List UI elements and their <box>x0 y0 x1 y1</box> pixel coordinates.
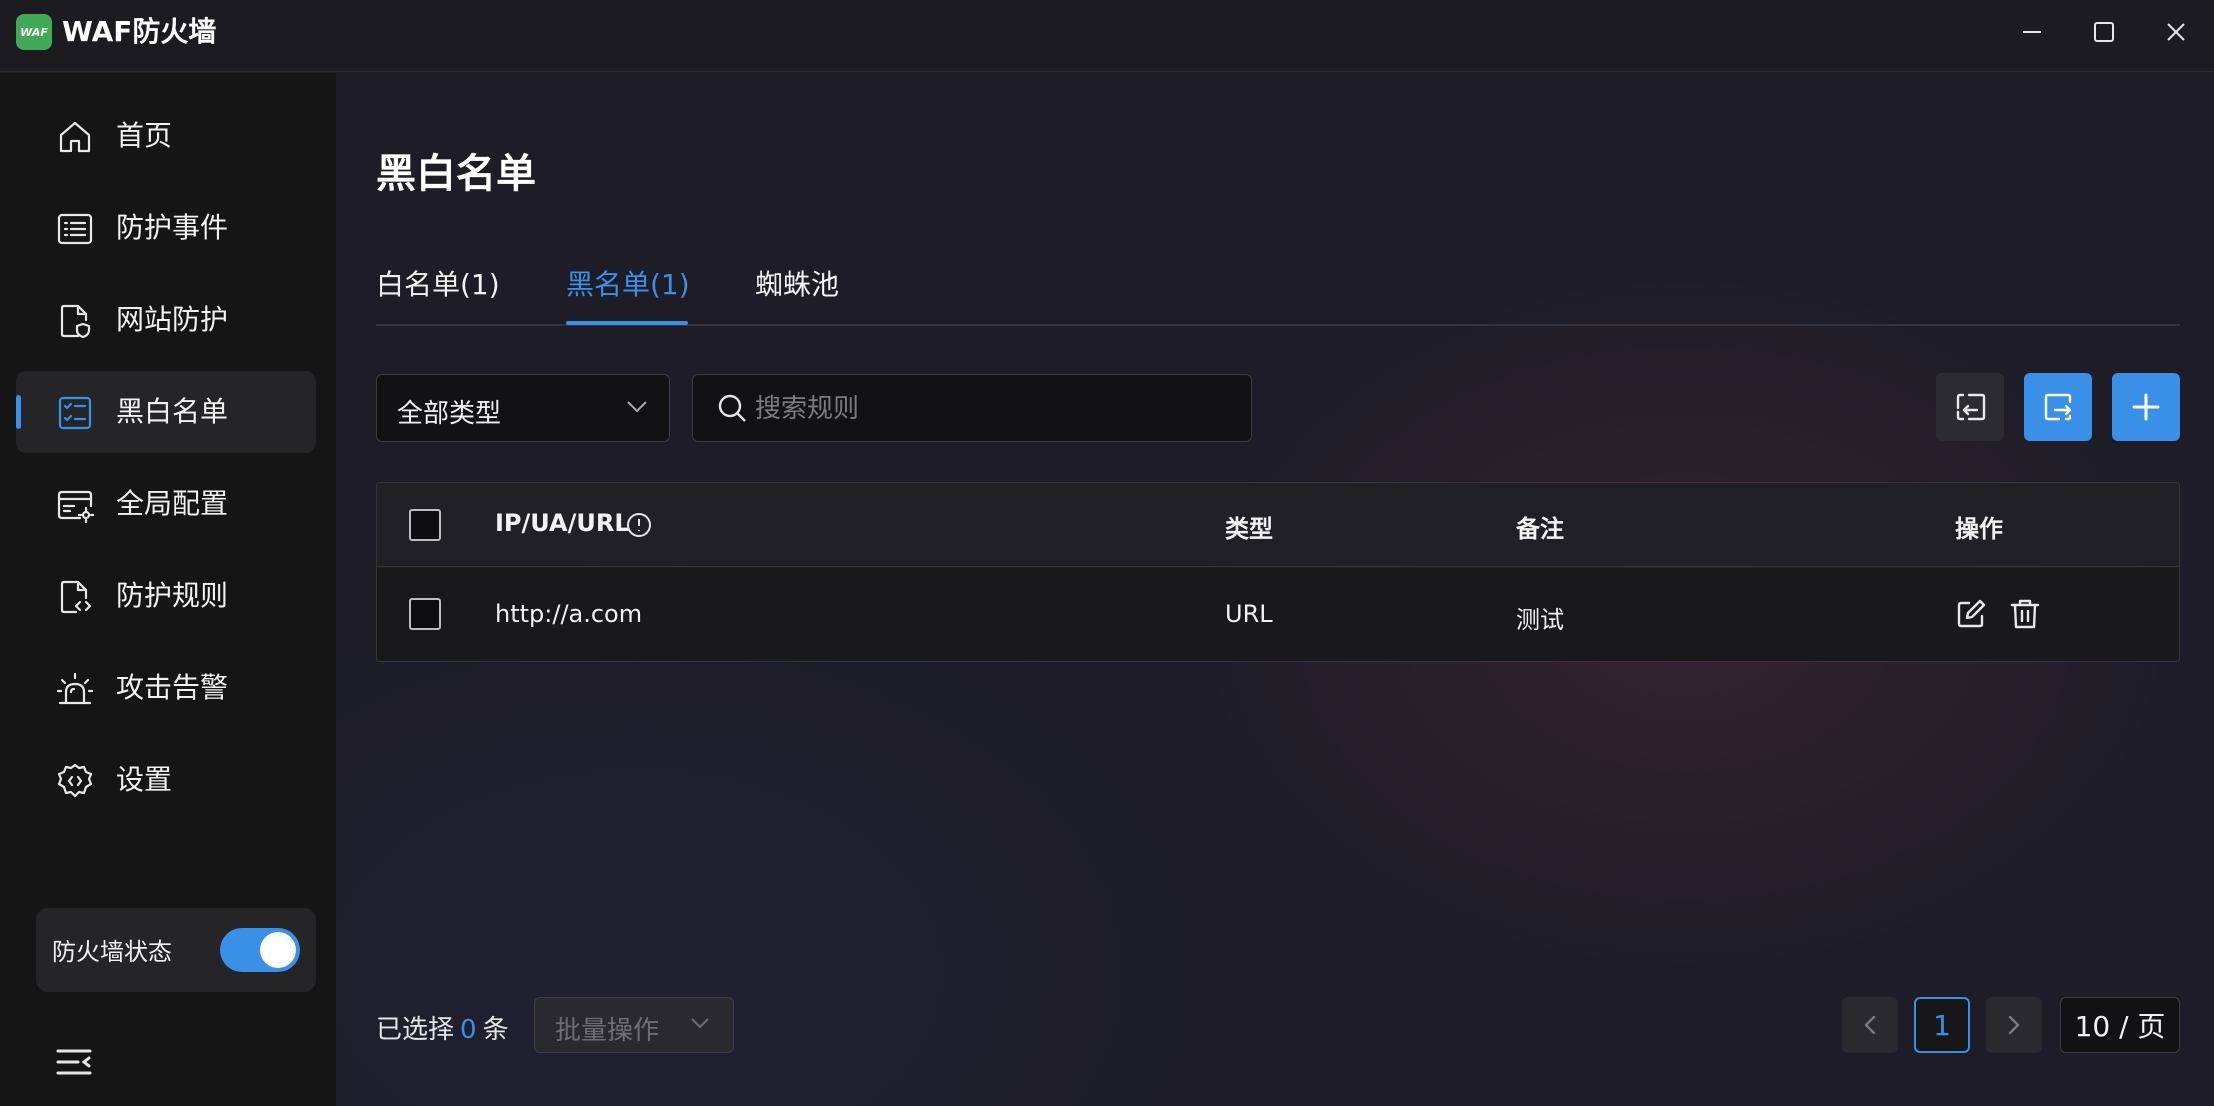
sidebar-item-protection-rules[interactable]: 防护规则 <box>16 555 316 637</box>
maximize-icon <box>2094 22 2114 42</box>
chevron-right-icon <box>2008 1015 2020 1035</box>
chevron-left-icon <box>1864 1015 1876 1035</box>
browser-gear-icon <box>56 486 95 524</box>
sidebar-item-label: 设置 <box>116 763 173 796</box>
search-icon <box>717 393 747 427</box>
collapse-sidebar-button[interactable] <box>56 1046 92 1078</box>
cell-type: URL <box>1225 600 1273 628</box>
title-bar: WAF WAF防火墙 <box>0 0 2214 72</box>
selected-suffix: 条 <box>482 1015 509 1045</box>
chevron-down-icon <box>689 1016 711 1036</box>
sidebar-item-label: 攻击告警 <box>116 671 229 704</box>
column-header-type: 类型 <box>1225 515 1273 543</box>
selected-prefix: 已选择 <box>376 1015 455 1045</box>
active-tab-underline <box>566 321 688 325</box>
sidebar-item-home[interactable]: 首页 <box>16 95 316 177</box>
alarm-icon <box>56 670 94 708</box>
document-shield-icon <box>56 302 94 340</box>
sidebar-item-attack-alerts[interactable]: 攻击告警 <box>16 647 316 729</box>
import-button[interactable] <box>1936 373 2004 441</box>
type-filter-value: 全部类型 <box>397 399 502 429</box>
firewall-status-label: 防火墙状态 <box>52 938 172 966</box>
batch-actions-label: 批量操作 <box>555 1016 660 1046</box>
tab-spider-pool[interactable]: 蜘蛛池 <box>755 263 839 303</box>
home-icon <box>56 118 94 156</box>
page-size-select[interactable]: 10 / 页 <box>2060 997 2180 1053</box>
table-row: http://a.com URL 测试 <box>377 568 2179 661</box>
import-icon <box>1956 393 1986 421</box>
selected-count-text: 已选择 0 条 <box>376 1009 509 1046</box>
edit-button[interactable] <box>1955 598 1987 630</box>
maximize-button[interactable] <box>2084 14 2124 50</box>
search-input[interactable] <box>755 385 1235 431</box>
trash-icon <box>2010 599 2040 629</box>
sidebar-item-events[interactable]: 防护事件 <box>16 187 316 269</box>
page-number-current[interactable]: 1 <box>1914 997 1970 1053</box>
tab-whitelist[interactable]: 白名单(1) <box>376 263 500 303</box>
tab-blacklist[interactable]: 黑名单(1) <box>566 263 690 303</box>
row-checkbox[interactable] <box>409 598 441 630</box>
column-header-target: IP/UA/URL <box>495 509 630 537</box>
sidebar-item-label: 黑白名单 <box>116 395 229 428</box>
firewall-status-toggle[interactable] <box>220 928 300 972</box>
edit-icon <box>1957 599 1986 628</box>
sidebar-item-label: 全局配置 <box>116 487 229 520</box>
export-icon <box>2044 393 2072 421</box>
toggle-knob <box>260 932 296 968</box>
add-rule-button[interactable] <box>2112 373 2180 441</box>
next-page-button[interactable] <box>1986 997 2042 1053</box>
minimize-button[interactable] <box>2012 14 2052 50</box>
close-button[interactable] <box>2156 14 2196 50</box>
sidebar-item-settings[interactable]: 设置 <box>16 739 316 821</box>
selected-count: 0 <box>460 1015 477 1045</box>
prev-page-button[interactable] <box>1842 997 1898 1053</box>
plus-icon <box>2132 393 2160 421</box>
gear-code-icon <box>56 762 94 800</box>
cell-note: 测试 <box>1516 606 1564 634</box>
sidebar-item-label: 防护规则 <box>116 579 229 612</box>
sidebar-item-blacklist-whitelist[interactable]: 黑白名单 <box>16 371 316 453</box>
sidebar-item-label: 首页 <box>116 119 173 152</box>
table-header: IP/UA/URL 类型 备注 操作 <box>377 483 2179 567</box>
app-window: WAF WAF防火墙 首页 防护事件 网站防护 黑白名单 全局配置 防护规则 攻… <box>0 0 2214 1106</box>
app-title: WAF防火墙 <box>62 15 217 48</box>
firewall-status-panel: 防火墙状态 <box>36 908 316 992</box>
cell-target: http://a.com <box>495 600 643 628</box>
page-title: 黑白名单 <box>376 151 536 197</box>
sidebar: 首页 防护事件 网站防护 黑白名单 全局配置 防护规则 攻击告警 设置 防火墙状… <box>0 73 336 1106</box>
minimize-icon <box>2023 31 2041 33</box>
app-logo-text: WAF <box>20 25 48 39</box>
sidebar-item-site-protection[interactable]: 网站防护 <box>16 279 316 361</box>
list-icon <box>56 210 94 248</box>
type-filter-select[interactable]: 全部类型 <box>376 374 670 442</box>
search-box <box>692 374 1252 442</box>
collapse-menu-icon <box>56 1049 92 1075</box>
sidebar-item-label: 防护事件 <box>116 211 229 244</box>
document-code-icon <box>56 578 94 616</box>
column-header-note: 备注 <box>1516 515 1564 543</box>
active-indicator <box>16 395 21 429</box>
export-button[interactable] <box>2024 373 2092 441</box>
rules-table: IP/UA/URL 类型 备注 操作 http://a.com URL 测试 <box>376 482 2180 662</box>
app-logo: WAF <box>16 14 52 50</box>
sidebar-item-global-config[interactable]: 全局配置 <box>16 463 316 545</box>
info-icon[interactable] <box>625 511 653 543</box>
select-all-checkbox[interactable] <box>409 509 441 541</box>
checklist-icon <box>56 394 94 432</box>
close-icon <box>2167 23 2185 41</box>
sidebar-item-label: 网站防护 <box>116 303 229 336</box>
delete-button[interactable] <box>2009 598 2041 630</box>
chevron-down-icon <box>625 399 649 419</box>
batch-actions-select[interactable]: 批量操作 <box>534 997 734 1053</box>
main-content: 黑白名单 白名单(1) 黑名单(1) 蜘蛛池 全部类型 IP/UA/URL <box>336 73 2214 1106</box>
column-header-actions: 操作 <box>1955 515 2003 543</box>
